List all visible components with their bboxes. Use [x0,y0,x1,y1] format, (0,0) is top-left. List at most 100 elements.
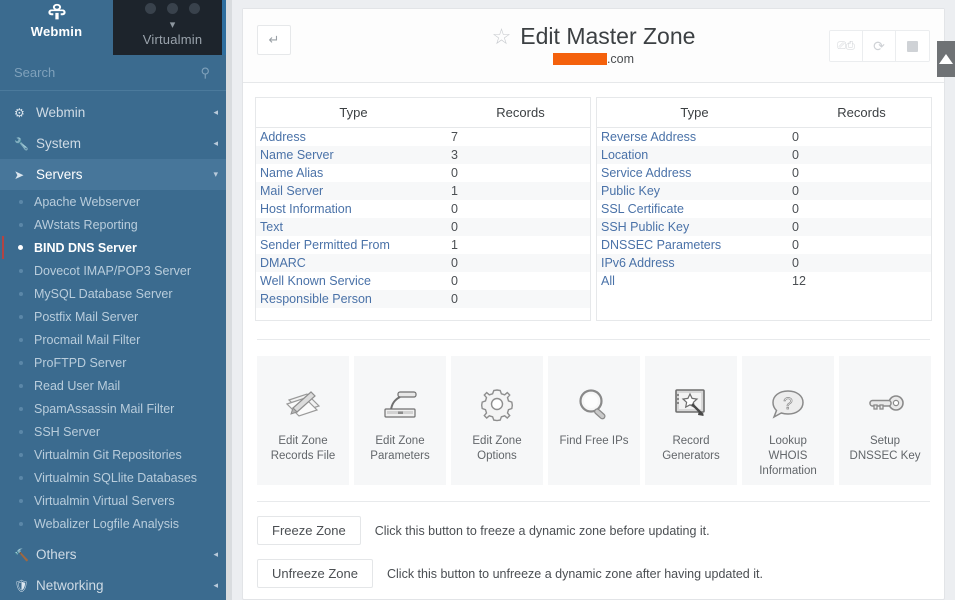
sidebar-item-spamassassin[interactable]: SpamAssassin Mail Filter [0,397,232,420]
table-spacer [256,308,590,320]
record-type-link[interactable]: DMARC [256,256,451,270]
scanner-icon [378,378,422,430]
record-type-link[interactable]: SSL Certificate [597,202,792,216]
table-row[interactable]: Address7 [256,128,590,146]
sidebar-item-virtualmin-sqlite[interactable]: Virtualmin SQLlite Databases [0,466,232,489]
sidebar-item-apache-webserver[interactable]: Apache Webserver [0,190,232,213]
record-type-link[interactable]: SSH Public Key [597,220,792,234]
record-count: 1 [451,184,590,198]
sidebar-item-proftpd[interactable]: ProFTPD Server [0,351,232,374]
sidebar-search[interactable]: ⚲ [0,55,232,91]
table-row[interactable]: Reverse Address0 [597,128,931,146]
table-row[interactable]: Host Information0 [256,200,590,218]
record-type-link[interactable]: IPv6 Address [597,256,792,270]
back-button[interactable]: ↵ [257,25,291,55]
record-type-link[interactable]: Mail Server [256,184,451,198]
table-spacer [597,290,931,320]
table-row[interactable]: Service Address0 [597,164,931,182]
table-row[interactable]: Well Known Service0 [256,272,590,290]
record-type-link[interactable]: Reverse Address [597,130,792,144]
table-row[interactable]: SSL Certificate0 [597,200,931,218]
record-type-link[interactable]: Address [256,130,451,144]
zone-action-row: Freeze Zone Click this button to freeze … [257,516,932,545]
title-line: ☆ Edit Master Zone [492,23,696,50]
page-header: ↵ ☆ Edit Master Zone .com ⎚⎙ ⟳ [243,9,944,83]
tool-edit-zone-parameters[interactable]: Edit ZoneParameters [354,356,446,485]
sidebar-scrollbar-thumb[interactable] [222,0,226,55]
sidebar-item-webmin[interactable]: ⚙ Webmin ◂ [0,97,232,128]
table-row[interactable]: Text0 [256,218,590,236]
freeze-zone-button[interactable]: Freeze Zone [257,516,361,545]
tool-edit-zone-options[interactable]: Edit ZoneOptions [451,356,543,485]
record-type-link[interactable]: Public Key [597,184,792,198]
search-icon[interactable]: ⚲ [200,65,210,81]
refresh-icon[interactable]: ⟳ [863,31,896,61]
brand-webmin[interactable]: Webmin [0,0,113,55]
table-row[interactable]: Mail Server1 [256,182,590,200]
tool-lookup-whois-information[interactable]: ? LookupWHOISInformation [742,356,834,485]
table-row[interactable]: DMARC0 [256,254,590,272]
sidebar-item-label: Webmin [36,105,85,120]
sidebar-item-dovecot[interactable]: Dovecot IMAP/POP3 Server [0,259,232,282]
record-type-link[interactable]: Location [597,148,792,162]
record-type-link[interactable]: Text [256,220,451,234]
sidebar-subitem-label: Postfix Mail Server [34,310,138,324]
star-outline-icon[interactable]: ☆ [492,26,512,48]
column-header-type: Type [256,98,451,127]
sidebar-item-system[interactable]: 🔧 System ◂ [0,128,232,159]
header-action-group: ⎚⎙ ⟳ [829,30,930,62]
table-row[interactable]: Location0 [597,146,931,164]
unfreeze-zone-button[interactable]: Unfreeze Zone [257,559,373,588]
sidebar-item-ssh-server[interactable]: SSH Server [0,420,232,443]
chevron-left-icon: ◂ [213,107,218,118]
stop-square-icon[interactable] [896,31,929,61]
table-row[interactable]: All12 [597,272,931,290]
table-row[interactable]: Name Alias0 [256,164,590,182]
record-type-link[interactable]: Name Server [256,148,451,162]
dot-icon [189,3,200,14]
table-row[interactable]: DNSSEC Parameters0 [597,236,931,254]
sidebar-subitem-label: Read User Mail [34,379,120,393]
record-type-link[interactable]: Well Known Service [256,274,451,288]
table-row[interactable]: Responsible Person0 [256,290,590,308]
tool-setup-dnssec-key[interactable]: SetupDNSSEC Key [839,356,931,485]
unfreeze-zone-description: Click this button to unfreeze a dynamic … [387,567,763,581]
record-type-link[interactable]: All [597,274,792,288]
record-type-link[interactable]: Responsible Person [256,292,451,306]
record-type-link[interactable]: Host Information [256,202,451,216]
record-count: 0 [792,148,931,162]
record-count: 0 [451,202,590,216]
sidebar-item-webalizer[interactable]: Webalizer Logfile Analysis [0,512,232,535]
sidebar-item-bind-dns-server[interactable]: BIND DNS Server [0,236,232,259]
bullet-icon [19,292,23,296]
sidebar-item-servers[interactable]: ➤ Servers ▾ [0,159,232,190]
sidebar-item-others[interactable]: 🔨 Others ◂ [0,539,232,570]
record-type-link[interactable]: DNSSEC Parameters [597,238,792,252]
wrench-icon: 🔧 [14,137,36,151]
tool-edit-zone-records-file[interactable]: Edit ZoneRecords File [257,356,349,485]
sidebar-item-read-user-mail[interactable]: Read User Mail [0,374,232,397]
table-row[interactable]: Name Server3 [256,146,590,164]
record-type-link[interactable]: Service Address [597,166,792,180]
table-row[interactable]: IPv6 Address0 [597,254,931,272]
save-as-icon[interactable]: ⎚⎙ [830,31,863,61]
table-row[interactable]: SSH Public Key0 [597,218,931,236]
sidebar-item-postfix[interactable]: Postfix Mail Server [0,305,232,328]
brand-virtualmin[interactable]: ▾ Virtualmin [113,0,232,55]
search-input[interactable] [14,58,194,88]
tool-find-free-ips[interactable]: Find Free IPs [548,356,640,485]
sidebar-item-virtualmin-git[interactable]: Virtualmin Git Repositories [0,443,232,466]
record-type-link[interactable]: Name Alias [256,166,451,180]
record-count: 1 [451,238,590,252]
sidebar-item-virtualmin-virtual-servers[interactable]: Virtualmin Virtual Servers [0,489,232,512]
sidebar-item-procmail[interactable]: Procmail Mail Filter [0,328,232,351]
table-row[interactable]: Public Key0 [597,182,931,200]
record-type-link[interactable]: Sender Permitted From [256,238,451,252]
table-row[interactable]: Sender Permitted From1 [256,236,590,254]
sidebar-item-awstats-reporting[interactable]: AWstats Reporting [0,213,232,236]
tool-record-generators[interactable]: RecordGenerators [645,356,737,485]
bullet-icon [19,453,23,457]
bell-notch-icon[interactable] [937,41,955,77]
sidebar-item-networking[interactable]: 🛡 Networking ◂ [0,570,232,600]
sidebar-item-mysql[interactable]: MySQL Database Server [0,282,232,305]
